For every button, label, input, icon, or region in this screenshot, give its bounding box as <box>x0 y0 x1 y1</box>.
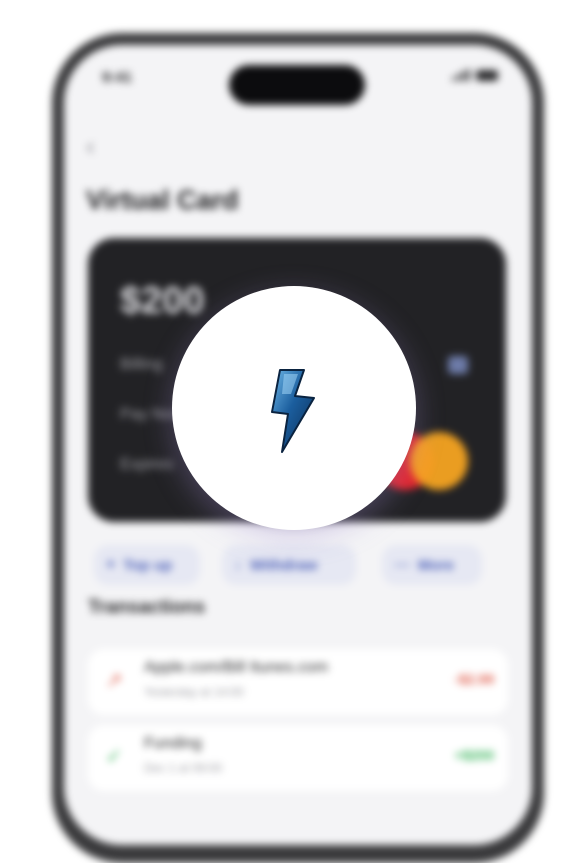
page-title: Virtual Card <box>86 185 239 215</box>
transaction-title: Funding <box>144 735 202 752</box>
plus-icon: + <box>106 556 116 573</box>
transaction-row[interactable]: ↗ Apple.com/Bill Itunes.com Yesterday at… <box>88 649 508 715</box>
transaction-subtitle: Dec 1 at 09:00 <box>144 761 223 775</box>
card-chip-icon <box>448 356 468 374</box>
withdraw-button[interactable]: ↓ Withdraw <box>222 545 356 585</box>
battery-icon <box>476 69 498 81</box>
transaction-amount: +$200 <box>454 747 494 763</box>
arrow-up-icon: ↗ <box>105 670 123 692</box>
transaction-subtitle: Yesterday at 14:00 <box>144 685 244 699</box>
status-time: 9:41 <box>102 69 133 86</box>
status-icons <box>452 69 498 81</box>
more-button[interactable]: ⋯ More <box>382 545 482 585</box>
top-up-button[interactable]: + Top up <box>94 545 200 585</box>
transaction-title: Apple.com/Bill Itunes.com <box>144 659 329 676</box>
chevron-left-icon[interactable]: ‹ <box>86 131 95 162</box>
card-line-1: Billing <box>120 356 163 373</box>
mastercard-logo-right <box>410 432 468 490</box>
transactions-title: Transactions <box>88 597 206 618</box>
more-label: More <box>418 556 454 574</box>
lightning-bolt-icon <box>271 369 315 453</box>
signal-icon <box>452 69 470 81</box>
app-logo-badge <box>172 286 416 530</box>
withdraw-label: Withdraw <box>250 556 318 574</box>
card-balance: $200 <box>120 280 205 322</box>
screenshot: 9:41 ‹ Virtual Card $200 Billing Pay Now… <box>0 0 585 863</box>
card-actions: + Top up ↓ Withdraw ⋯ More <box>94 545 514 587</box>
top-up-label: Top up <box>123 556 173 574</box>
arrow-down-icon: ↓ <box>234 556 242 573</box>
dots-icon: ⋯ <box>394 557 410 574</box>
dynamic-island <box>229 65 365 105</box>
card-line-3: Expires <box>120 456 174 473</box>
transaction-amount: -$2.99 <box>454 671 494 687</box>
check-icon: ✓ <box>105 746 123 768</box>
transaction-row[interactable]: ✓ Funding Dec 1 at 09:00 +$200 <box>88 725 508 791</box>
